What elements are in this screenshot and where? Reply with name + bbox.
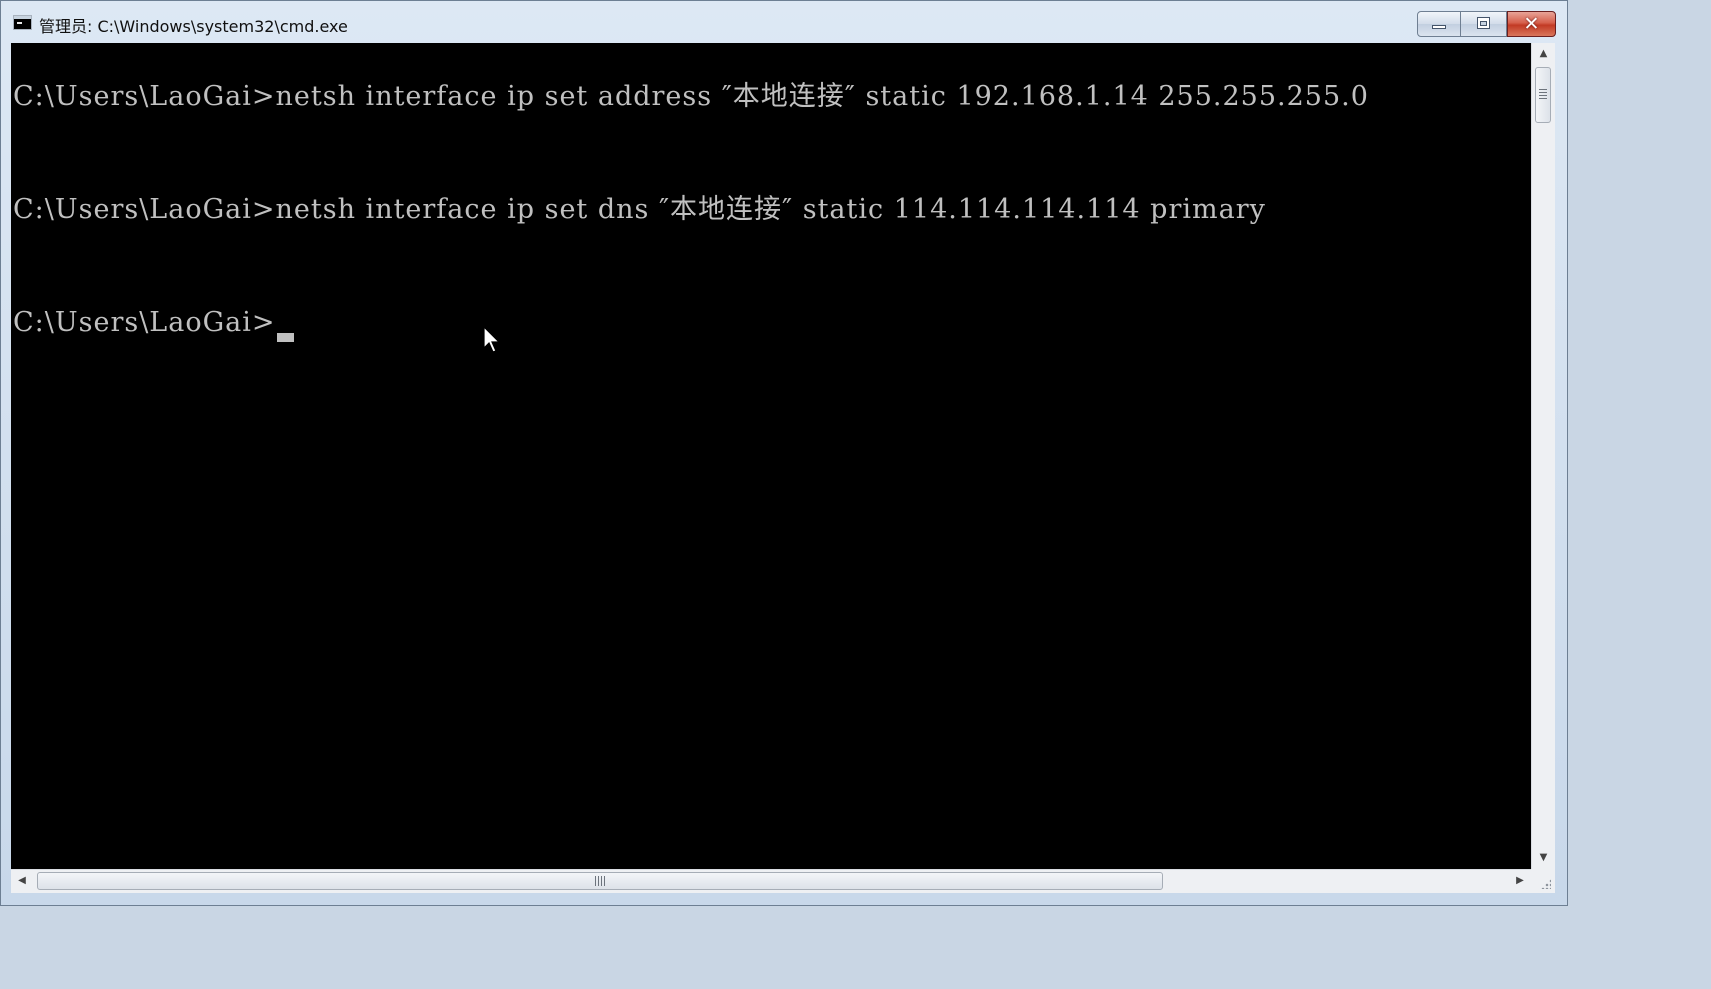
close-button[interactable]: ✕ [1507, 11, 1556, 37]
console-prompt-line: C:\Users\LaoGai> [13, 307, 276, 338]
vertical-scrollbar[interactable]: ▲ ▼ [1531, 43, 1555, 869]
minimize-icon [1432, 25, 1446, 29]
grip-icon [595, 876, 605, 886]
scroll-right-arrow-icon[interactable]: ▶ [1511, 870, 1529, 892]
window-title: 管理员: C:\Windows\system32\cmd.exe [39, 17, 348, 36]
mouse-pointer-icon [483, 326, 501, 353]
cmd-console-icon[interactable] [13, 15, 32, 30]
minimize-button[interactable] [1417, 11, 1461, 37]
close-icon: ✕ [1523, 13, 1540, 35]
console-line: C:\Users\LaoGai>netsh interface ip set d… [13, 194, 1266, 225]
scroll-up-arrow-icon[interactable]: ▲ [1532, 45, 1555, 63]
console-line: C:\Users\LaoGai>netsh interface ip set a… [13, 81, 1369, 112]
horizontal-scrollbar[interactable]: ◀ ▶ [11, 869, 1531, 893]
console-output[interactable]: C:\Users\LaoGai>netsh interface ip set a… [11, 43, 1531, 869]
title-bar[interactable]: 管理员: C:\Windows\system32\cmd.exe ✕ [1, 1, 1567, 43]
vertical-scroll-thumb[interactable] [1535, 67, 1551, 123]
scroll-down-arrow-icon[interactable]: ▼ [1532, 849, 1555, 867]
maximize-button[interactable] [1461, 11, 1507, 37]
horizontal-scroll-thumb[interactable] [37, 872, 1163, 890]
cmd-window: 管理员: C:\Windows\system32\cmd.exe ✕ C:\Us… [0, 0, 1568, 906]
text-cursor [277, 333, 294, 342]
resize-grip-icon[interactable] [1531, 869, 1555, 893]
maximize-icon [1477, 17, 1490, 29]
scroll-left-arrow-icon[interactable]: ◀ [13, 870, 31, 892]
grip-icon [1539, 89, 1547, 99]
